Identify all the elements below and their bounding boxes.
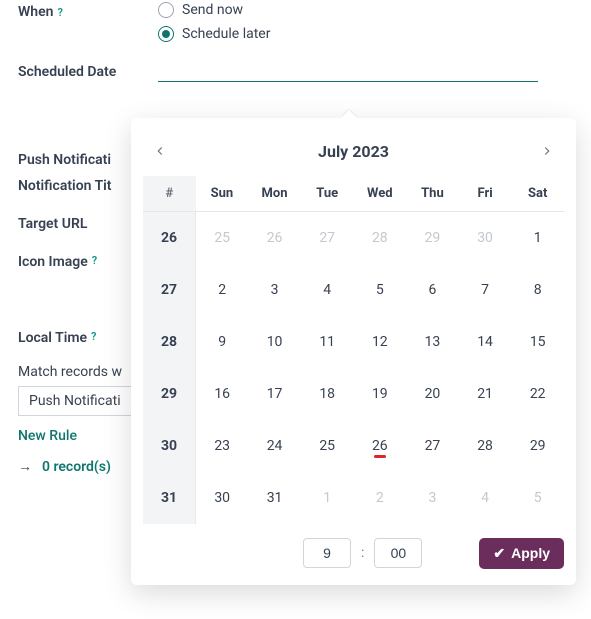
calendar-day-cell[interactable]: 15 — [511, 316, 564, 368]
calendar-day-cell[interactable]: 13 — [406, 316, 459, 368]
calendar-day-cell[interactable]: 30 — [459, 212, 512, 264]
calendar-day-cell[interactable]: 3 — [406, 472, 459, 524]
when-radio-group: Send now Schedule later — [158, 0, 270, 42]
radio-label: Schedule later — [182, 26, 270, 42]
calendar-row: 3023242526272829 — [143, 420, 564, 472]
week-number-cell: 31 — [143, 472, 196, 524]
calendar-day-cell[interactable]: 16 — [196, 368, 249, 420]
radio-send-now[interactable]: Send now — [158, 2, 270, 18]
calendar-day-cell[interactable]: 7 — [459, 264, 512, 316]
calendar-day-cell[interactable]: 27 — [406, 420, 459, 472]
chevron-left-icon — [153, 144, 167, 158]
icon-image-label: Icon Image — [18, 254, 88, 270]
calendar-day-cell[interactable]: 1 — [301, 472, 354, 524]
calendar-day-cell[interactable]: 6 — [406, 264, 459, 316]
calendar-day-cell[interactable]: 23 — [196, 420, 249, 472]
minute-input[interactable] — [374, 538, 422, 568]
help-icon[interactable]: ? — [92, 254, 97, 270]
calendar-day-cell[interactable]: 19 — [354, 368, 407, 420]
week-number-cell: 26 — [143, 212, 196, 264]
calendar-day-cell[interactable]: 9 — [196, 316, 249, 368]
chevron-right-icon — [540, 144, 554, 158]
calendar-day-cell[interactable]: 25 — [196, 212, 249, 264]
apply-button-label: Apply — [511, 545, 550, 561]
calendar-day-cell[interactable]: 28 — [354, 212, 407, 264]
calendar-day-cell[interactable]: 10 — [248, 316, 301, 368]
records-count-link[interactable]: 0 record(s) — [42, 459, 111, 475]
calendar-day-cell[interactable]: 31 — [248, 472, 301, 524]
apply-button[interactable]: ✔ Apply — [479, 538, 564, 569]
calendar-day-cell[interactable]: 4 — [301, 264, 354, 316]
dow-header: Wed — [354, 176, 407, 212]
week-number-cell: 30 — [143, 420, 196, 472]
calendar-row: 289101112131415 — [143, 316, 564, 368]
week-number-cell: 28 — [143, 316, 196, 368]
calendar-row: 272345678 — [143, 264, 564, 316]
week-number-cell: 29 — [143, 368, 196, 420]
radio-label: Send now — [182, 2, 243, 18]
local-time-label: Local Time — [18, 330, 87, 346]
help-icon[interactable]: ? — [91, 330, 96, 346]
help-icon[interactable]: ? — [57, 6, 62, 19]
calendar-day-cell[interactable]: 24 — [248, 420, 301, 472]
scheduled-date-label: Scheduled Date — [18, 64, 116, 80]
calendar-day-cell[interactable]: 2 — [354, 472, 407, 524]
hour-input[interactable] — [303, 538, 351, 568]
dow-header: Tue — [301, 176, 354, 212]
calendar-grid: #SunMonTueWedThuFriSat 26252627282930127… — [143, 176, 564, 524]
calendar-day-cell[interactable]: 17 — [248, 368, 301, 420]
radio-schedule-later[interactable]: Schedule later — [158, 26, 270, 42]
calendar-row: 262526272829301 — [143, 212, 564, 264]
calendar-day-cell[interactable]: 28 — [459, 420, 512, 472]
calendar-day-cell[interactable]: 29 — [511, 420, 564, 472]
scheduled-date-input[interactable] — [158, 60, 538, 82]
calendar-day-cell[interactable]: 20 — [406, 368, 459, 420]
calendar-day-cell[interactable]: 2 — [196, 264, 249, 316]
prev-month-button[interactable] — [149, 140, 171, 162]
radio-icon — [158, 2, 174, 18]
calendar-row: 31303112345 — [143, 472, 564, 524]
calendar-day-cell[interactable]: 22 — [511, 368, 564, 420]
calendar-day-cell[interactable]: 27 — [301, 212, 354, 264]
calendar-day-cell[interactable]: 12 — [354, 316, 407, 368]
calendar-day-cell[interactable]: 3 — [248, 264, 301, 316]
calendar-day-cell[interactable]: 18 — [301, 368, 354, 420]
calendar-day-cell[interactable]: 11 — [301, 316, 354, 368]
calendar-day-cell[interactable]: 5 — [511, 472, 564, 524]
week-number-header: # — [143, 176, 196, 212]
time-input-group: : — [303, 538, 422, 568]
dow-header: Sat — [511, 176, 564, 212]
check-icon: ✔ — [493, 545, 505, 562]
time-separator: : — [361, 545, 364, 561]
calendar-title: July 2023 — [318, 142, 389, 161]
calendar-day-cell[interactable]: 25 — [301, 420, 354, 472]
week-number-cell: 27 — [143, 264, 196, 316]
next-month-button[interactable] — [536, 140, 558, 162]
calendar-row: 2916171819202122 — [143, 368, 564, 420]
calendar-day-cell[interactable]: 4 — [459, 472, 512, 524]
dow-header: Thu — [406, 176, 459, 212]
calendar-day-cell[interactable]: 29 — [406, 212, 459, 264]
arrow-right-icon: → — [18, 458, 32, 475]
calendar-day-cell[interactable]: 8 — [511, 264, 564, 316]
dow-header: Fri — [459, 176, 512, 212]
date-picker-popup: July 2023 #SunMonTueWedThuFriSat 2625262… — [131, 118, 576, 585]
calendar-day-cell[interactable]: 26 — [354, 420, 407, 472]
radio-icon — [158, 26, 174, 42]
new-rule-link[interactable]: New Rule — [18, 428, 77, 444]
dow-header: Sun — [196, 176, 249, 212]
calendar-day-cell[interactable]: 14 — [459, 316, 512, 368]
dow-header: Mon — [248, 176, 301, 212]
calendar-day-cell[interactable]: 26 — [248, 212, 301, 264]
when-label: When — [18, 4, 53, 20]
calendar-day-cell[interactable]: 30 — [196, 472, 249, 524]
calendar-day-cell[interactable]: 5 — [354, 264, 407, 316]
calendar-day-cell[interactable]: 21 — [459, 368, 512, 420]
calendar-day-cell[interactable]: 1 — [511, 212, 564, 264]
